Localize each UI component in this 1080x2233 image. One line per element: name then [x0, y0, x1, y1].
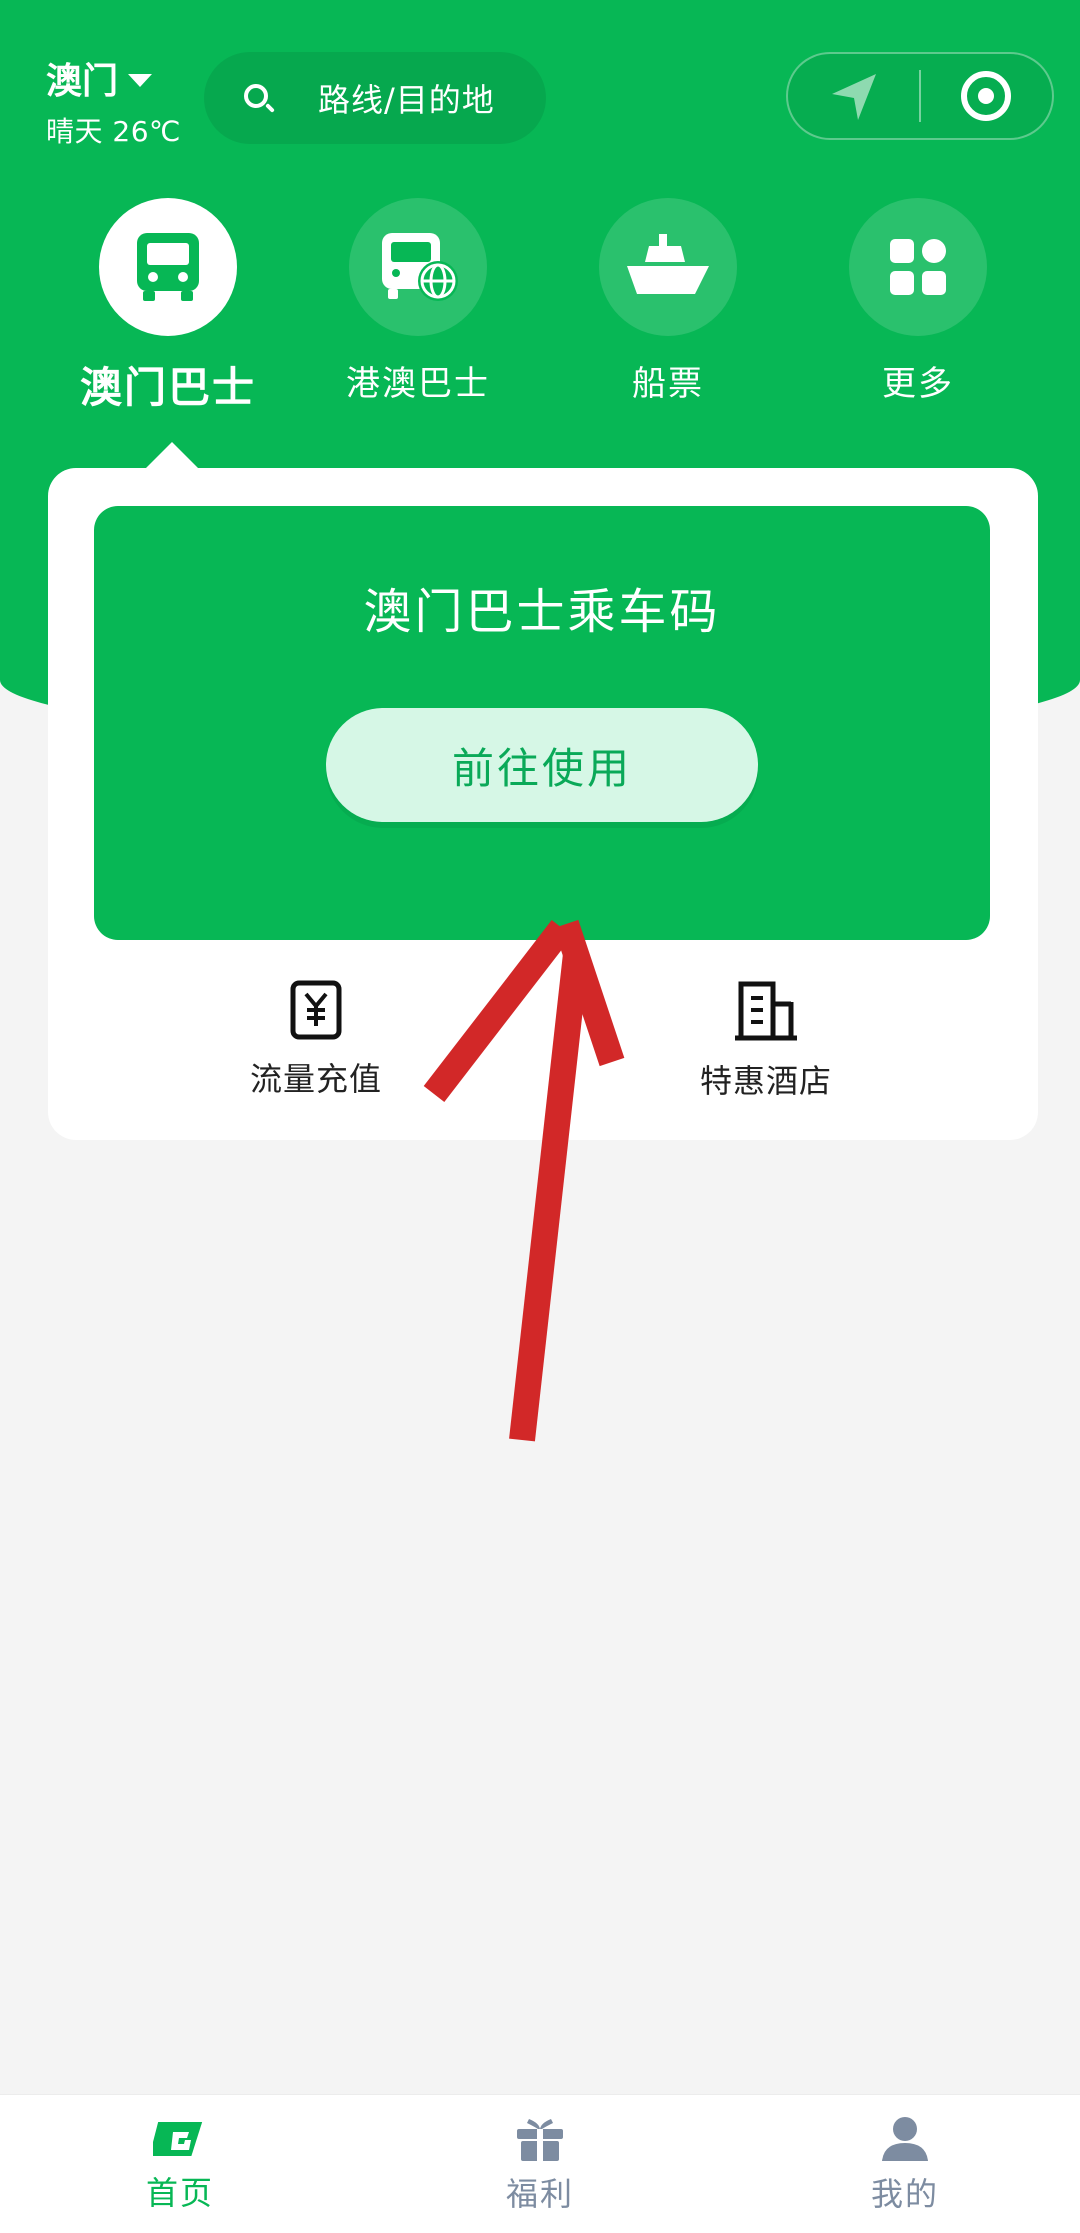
home-logo-icon [153, 2121, 203, 2156]
grid-icon [890, 239, 946, 295]
nav-label: 港澳巴士 [346, 364, 490, 404]
navigation-arrow-icon [831, 74, 876, 120]
city-name: 澳门 [46, 61, 119, 102]
app-screen: 澳门 晴天 26℃ 路线/目的地 澳门巴士 港澳巴士 船票 更多 澳门巴士乘车码… [0, 0, 1080, 2233]
user-icon [882, 2116, 928, 2161]
location-button[interactable] [788, 54, 919, 138]
hotel-icon [735, 981, 797, 1041]
search-icon [238, 78, 278, 118]
quick-action-label: 流量充值 [249, 1060, 382, 1098]
nav-item-macau-bus[interactable]: 澳门巴士 [48, 198, 288, 415]
gift-icon [517, 2118, 563, 2161]
tab-home[interactable]: 首页 [80, 2095, 280, 2233]
tab-label: 首页 [145, 2173, 214, 2212]
close-miniprogram-button[interactable] [921, 54, 1052, 138]
miniprogram-capsule [786, 52, 1054, 140]
tab-profile[interactable]: 我的 [805, 2095, 1005, 2233]
go-use-button[interactable]: 前往使用 [326, 708, 758, 822]
search-placeholder: 路线/目的地 [318, 81, 495, 119]
target-icon [961, 71, 1012, 121]
nav-item-hk-macau-bus[interactable]: 港澳巴士 [298, 198, 538, 405]
tab-label: 我的 [870, 2174, 939, 2213]
weather-text: 晴天 26℃ [46, 115, 181, 148]
category-nav: 澳门巴士 港澳巴士 船票 更多 [0, 198, 1080, 428]
bus-icon [137, 233, 199, 301]
quick-action-hotel[interactable]: 特惠酒店 [636, 980, 896, 1102]
quick-action-label: 特惠酒店 [699, 1062, 832, 1100]
bus-code-panel: 澳门巴士乘车码 前往使用 [94, 506, 990, 940]
quick-action-topup[interactable]: 流量充值 [186, 980, 446, 1100]
phone-topup-icon [290, 980, 342, 1040]
bottom-tab-bar: 首页 福利 我的 [0, 2094, 1080, 2233]
nav-label: 船票 [632, 364, 704, 404]
cross-border-bus-icon [382, 233, 458, 301]
tab-benefits[interactable]: 福利 [440, 2095, 640, 2233]
card-pointer [144, 442, 200, 470]
bus-code-title: 澳门巴士乘车码 [363, 584, 721, 640]
ferry-icon [627, 234, 709, 294]
nav-label: 澳门巴士 [79, 363, 256, 412]
nav-label: 更多 [882, 364, 954, 404]
city-selector[interactable]: 澳门 晴天 26℃ [46, 52, 181, 150]
search-bar[interactable]: 路线/目的地 [204, 52, 546, 144]
nav-item-more[interactable]: 更多 [798, 198, 1038, 405]
tab-label: 福利 [505, 2174, 574, 2213]
nav-item-ferry[interactable]: 船票 [548, 198, 788, 405]
caret-down-icon [128, 73, 153, 87]
